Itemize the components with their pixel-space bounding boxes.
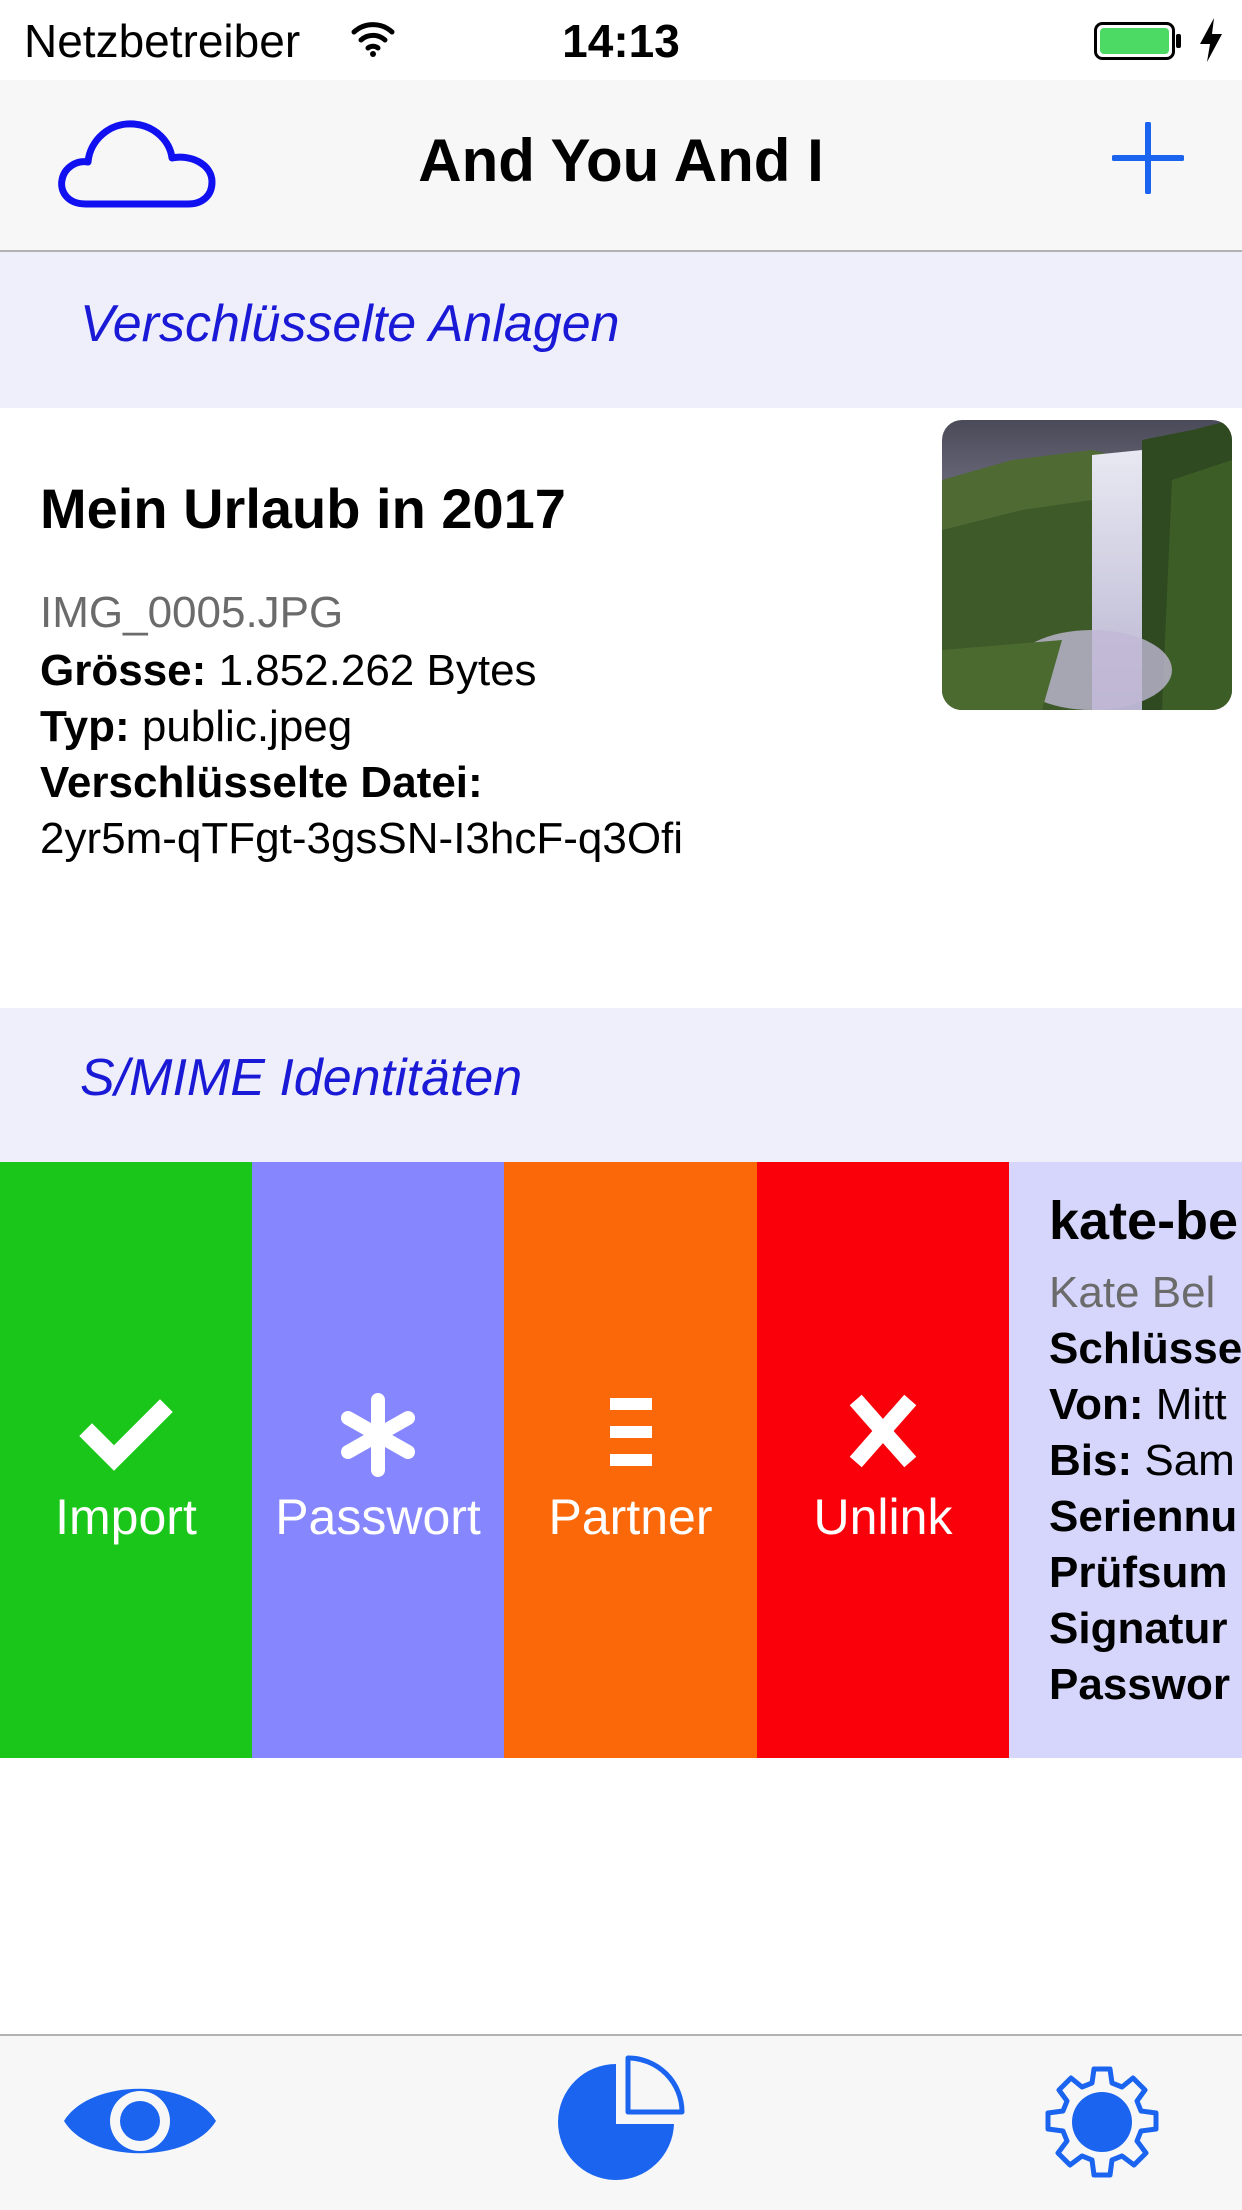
- section-title: S/MIME Identitäten: [80, 1049, 523, 1107]
- attachment-thumbnail[interactable]: [942, 420, 1232, 710]
- row-value: Mitt: [1155, 1380, 1227, 1429]
- checkmark-icon: [79, 1399, 173, 1471]
- identity-row: Bis: Sam: [1049, 1436, 1235, 1486]
- row-label: Signatur: [1049, 1604, 1228, 1653]
- identity-row: Schlüsse: [1049, 1324, 1242, 1374]
- identity-row: Signatur: [1049, 1604, 1227, 1654]
- list-icon: [610, 1398, 652, 1466]
- import-action-button[interactable]: Import: [0, 1162, 252, 1758]
- identity-row: Prüfsum: [1049, 1548, 1227, 1598]
- section-title: Verschlüsselte Anlagen: [80, 295, 620, 353]
- identity-title: kate-be: [1049, 1191, 1239, 1251]
- partner-action-button[interactable]: Partner: [504, 1162, 757, 1758]
- row-value: Sam: [1144, 1436, 1235, 1485]
- page-title: And You And I: [418, 127, 824, 194]
- attachment-size: Grösse: 1.852.262 Bytes: [40, 646, 537, 696]
- row-label: Seriennu: [1049, 1492, 1238, 1541]
- password-action-button[interactable]: Passwort: [252, 1162, 504, 1758]
- type-label: Typ:: [40, 702, 130, 751]
- attachment-title: Mein Urlaub in 2017: [40, 477, 566, 540]
- action-label: Unlink: [813, 1489, 953, 1545]
- action-label: Import: [55, 1489, 197, 1545]
- section-header-identities: S/MIME Identitäten: [0, 1008, 1242, 1162]
- identity-row: Seriennu: [1049, 1492, 1237, 1542]
- row-label: Von:: [1049, 1380, 1144, 1429]
- encrypted-file-value: 2yr5m-qTFgt-3gsSN-I3hcF-q3Ofi: [40, 814, 684, 863]
- eye-icon[interactable]: [60, 2066, 220, 2176]
- row-label: Schlüsse: [1049, 1324, 1242, 1373]
- attachment-type: Typ: public.jpeg: [40, 702, 352, 752]
- row-label: Prüfsum: [1049, 1548, 1228, 1597]
- size-value: 1.852.262 Bytes: [218, 646, 537, 695]
- charging-bolt-icon: [1200, 18, 1222, 62]
- size-label: Grösse:: [40, 646, 207, 695]
- asterisk-icon: [341, 1393, 415, 1477]
- identity-row: Passwor: [1049, 1660, 1230, 1710]
- battery-icon: [1094, 22, 1181, 60]
- identity-row: Von: Mitt: [1049, 1380, 1227, 1430]
- status-time: 14:13: [562, 15, 680, 67]
- cross-icon: [849, 1394, 917, 1468]
- gear-icon[interactable]: [1040, 2060, 1164, 2184]
- pie-chart-icon[interactable]: [556, 2054, 686, 2184]
- action-label: Partner: [548, 1489, 713, 1545]
- plus-icon[interactable]: [1112, 122, 1184, 194]
- type-value: public.jpeg: [141, 702, 353, 751]
- attachment-filename: IMG_0005.JPG: [40, 588, 344, 637]
- row-label: Passwor: [1049, 1660, 1230, 1709]
- encrypted-file-label: Verschlüsselte Datei:: [40, 758, 483, 807]
- unlink-action-button[interactable]: Unlink: [757, 1162, 1009, 1758]
- identity-cell[interactable]: kate-be Kate Bel Schlüsse Von: Mitt Bis:…: [1009, 1162, 1242, 1758]
- row-label: Bis:: [1049, 1436, 1133, 1485]
- section-header-attachments: Verschlüsselte Anlagen: [0, 252, 1242, 408]
- action-label: Passwort: [275, 1489, 481, 1545]
- identity-name: Kate Bel: [1049, 1268, 1216, 1317]
